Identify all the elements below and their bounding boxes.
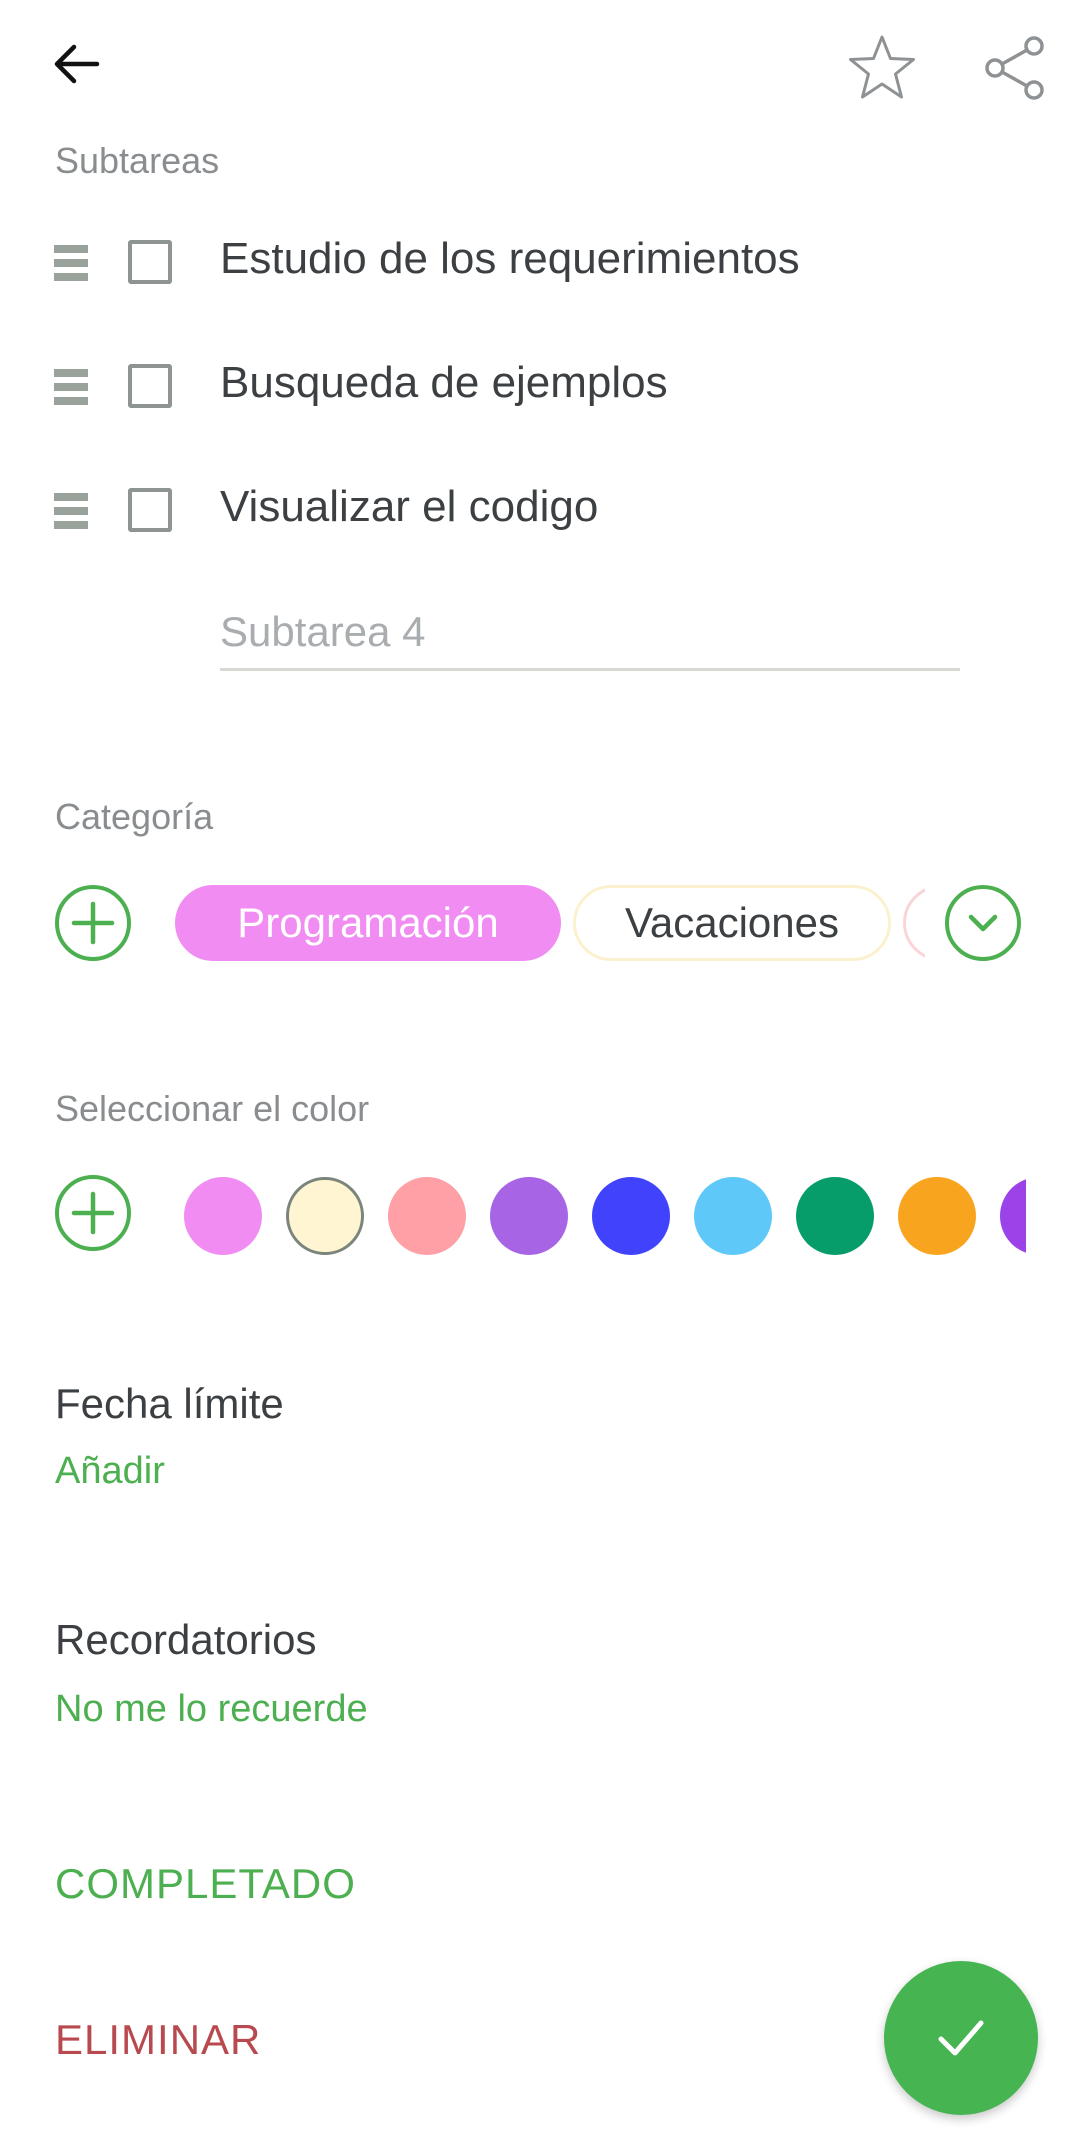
check-icon	[938, 2020, 984, 2056]
subtask-checkbox[interactable]	[128, 364, 172, 408]
chevron-down-icon	[968, 914, 998, 932]
color-swatch[interactable]	[694, 1177, 772, 1255]
plus-icon	[71, 901, 115, 945]
star-icon	[849, 35, 915, 99]
subtask-text[interactable]: Busqueda de ejemplos	[220, 358, 668, 408]
color-swatch[interactable]	[184, 1177, 262, 1255]
subtask-row: Busqueda de ejemplos	[0, 342, 1080, 432]
category-chip[interactable]: Vacaciones	[573, 885, 891, 961]
share-button[interactable]	[975, 28, 1055, 108]
color-swatch[interactable]	[898, 1177, 976, 1255]
subtask-text[interactable]: Visualizar el codigo	[220, 482, 598, 532]
drag-handle-icon[interactable]	[54, 493, 90, 535]
category-chip[interactable]	[903, 885, 925, 961]
color-swatch[interactable]	[1000, 1177, 1026, 1255]
color-swatch[interactable]	[286, 1177, 364, 1255]
subtask-checkbox[interactable]	[128, 488, 172, 532]
color-swatch-list	[184, 1175, 1026, 1255]
reminder-setting-link[interactable]: No me lo recuerde	[55, 1688, 368, 1731]
color-section-label: Seleccionar el color	[55, 1088, 370, 1129]
plus-icon	[71, 1191, 115, 1235]
subtask-row: Estudio de los requerimientos	[0, 218, 1080, 308]
subtask-checkbox[interactable]	[128, 240, 172, 284]
add-category-button[interactable]	[55, 885, 131, 961]
favorite-button[interactable]	[842, 28, 922, 108]
drag-handle-icon[interactable]	[54, 369, 90, 411]
complete-button[interactable]: COMPLETADO	[55, 1860, 356, 1908]
category-section-label: Categoría	[55, 796, 214, 837]
add-deadline-link[interactable]: Añadir	[55, 1450, 165, 1493]
color-swatch[interactable]	[592, 1177, 670, 1255]
expand-categories-button[interactable]	[945, 885, 1021, 961]
deadline-title: Fecha límite	[55, 1380, 284, 1427]
color-swatch[interactable]	[388, 1177, 466, 1255]
save-fab-button[interactable]	[884, 1961, 1038, 2115]
color-swatch[interactable]	[796, 1177, 874, 1255]
back-button[interactable]	[40, 28, 112, 100]
reminders-title: Recordatorios	[55, 1616, 317, 1663]
add-color-button[interactable]	[55, 1175, 131, 1251]
category-chip[interactable]: Programación	[175, 885, 561, 961]
delete-button[interactable]: ELIMINAR	[55, 2016, 261, 2064]
color-swatch[interactable]	[490, 1177, 568, 1255]
subtask-row: Visualizar el codigo	[0, 466, 1080, 556]
category-chip-list: Programación Vacaciones	[175, 885, 925, 965]
subtask-text[interactable]: Estudio de los requerimientos	[220, 234, 800, 284]
drag-handle-icon[interactable]	[54, 245, 90, 287]
subtasks-section-label: Subtareas	[55, 140, 220, 181]
share-icon	[985, 36, 1044, 100]
arrow-left-icon	[54, 44, 100, 84]
new-subtask-input[interactable]	[220, 596, 960, 671]
